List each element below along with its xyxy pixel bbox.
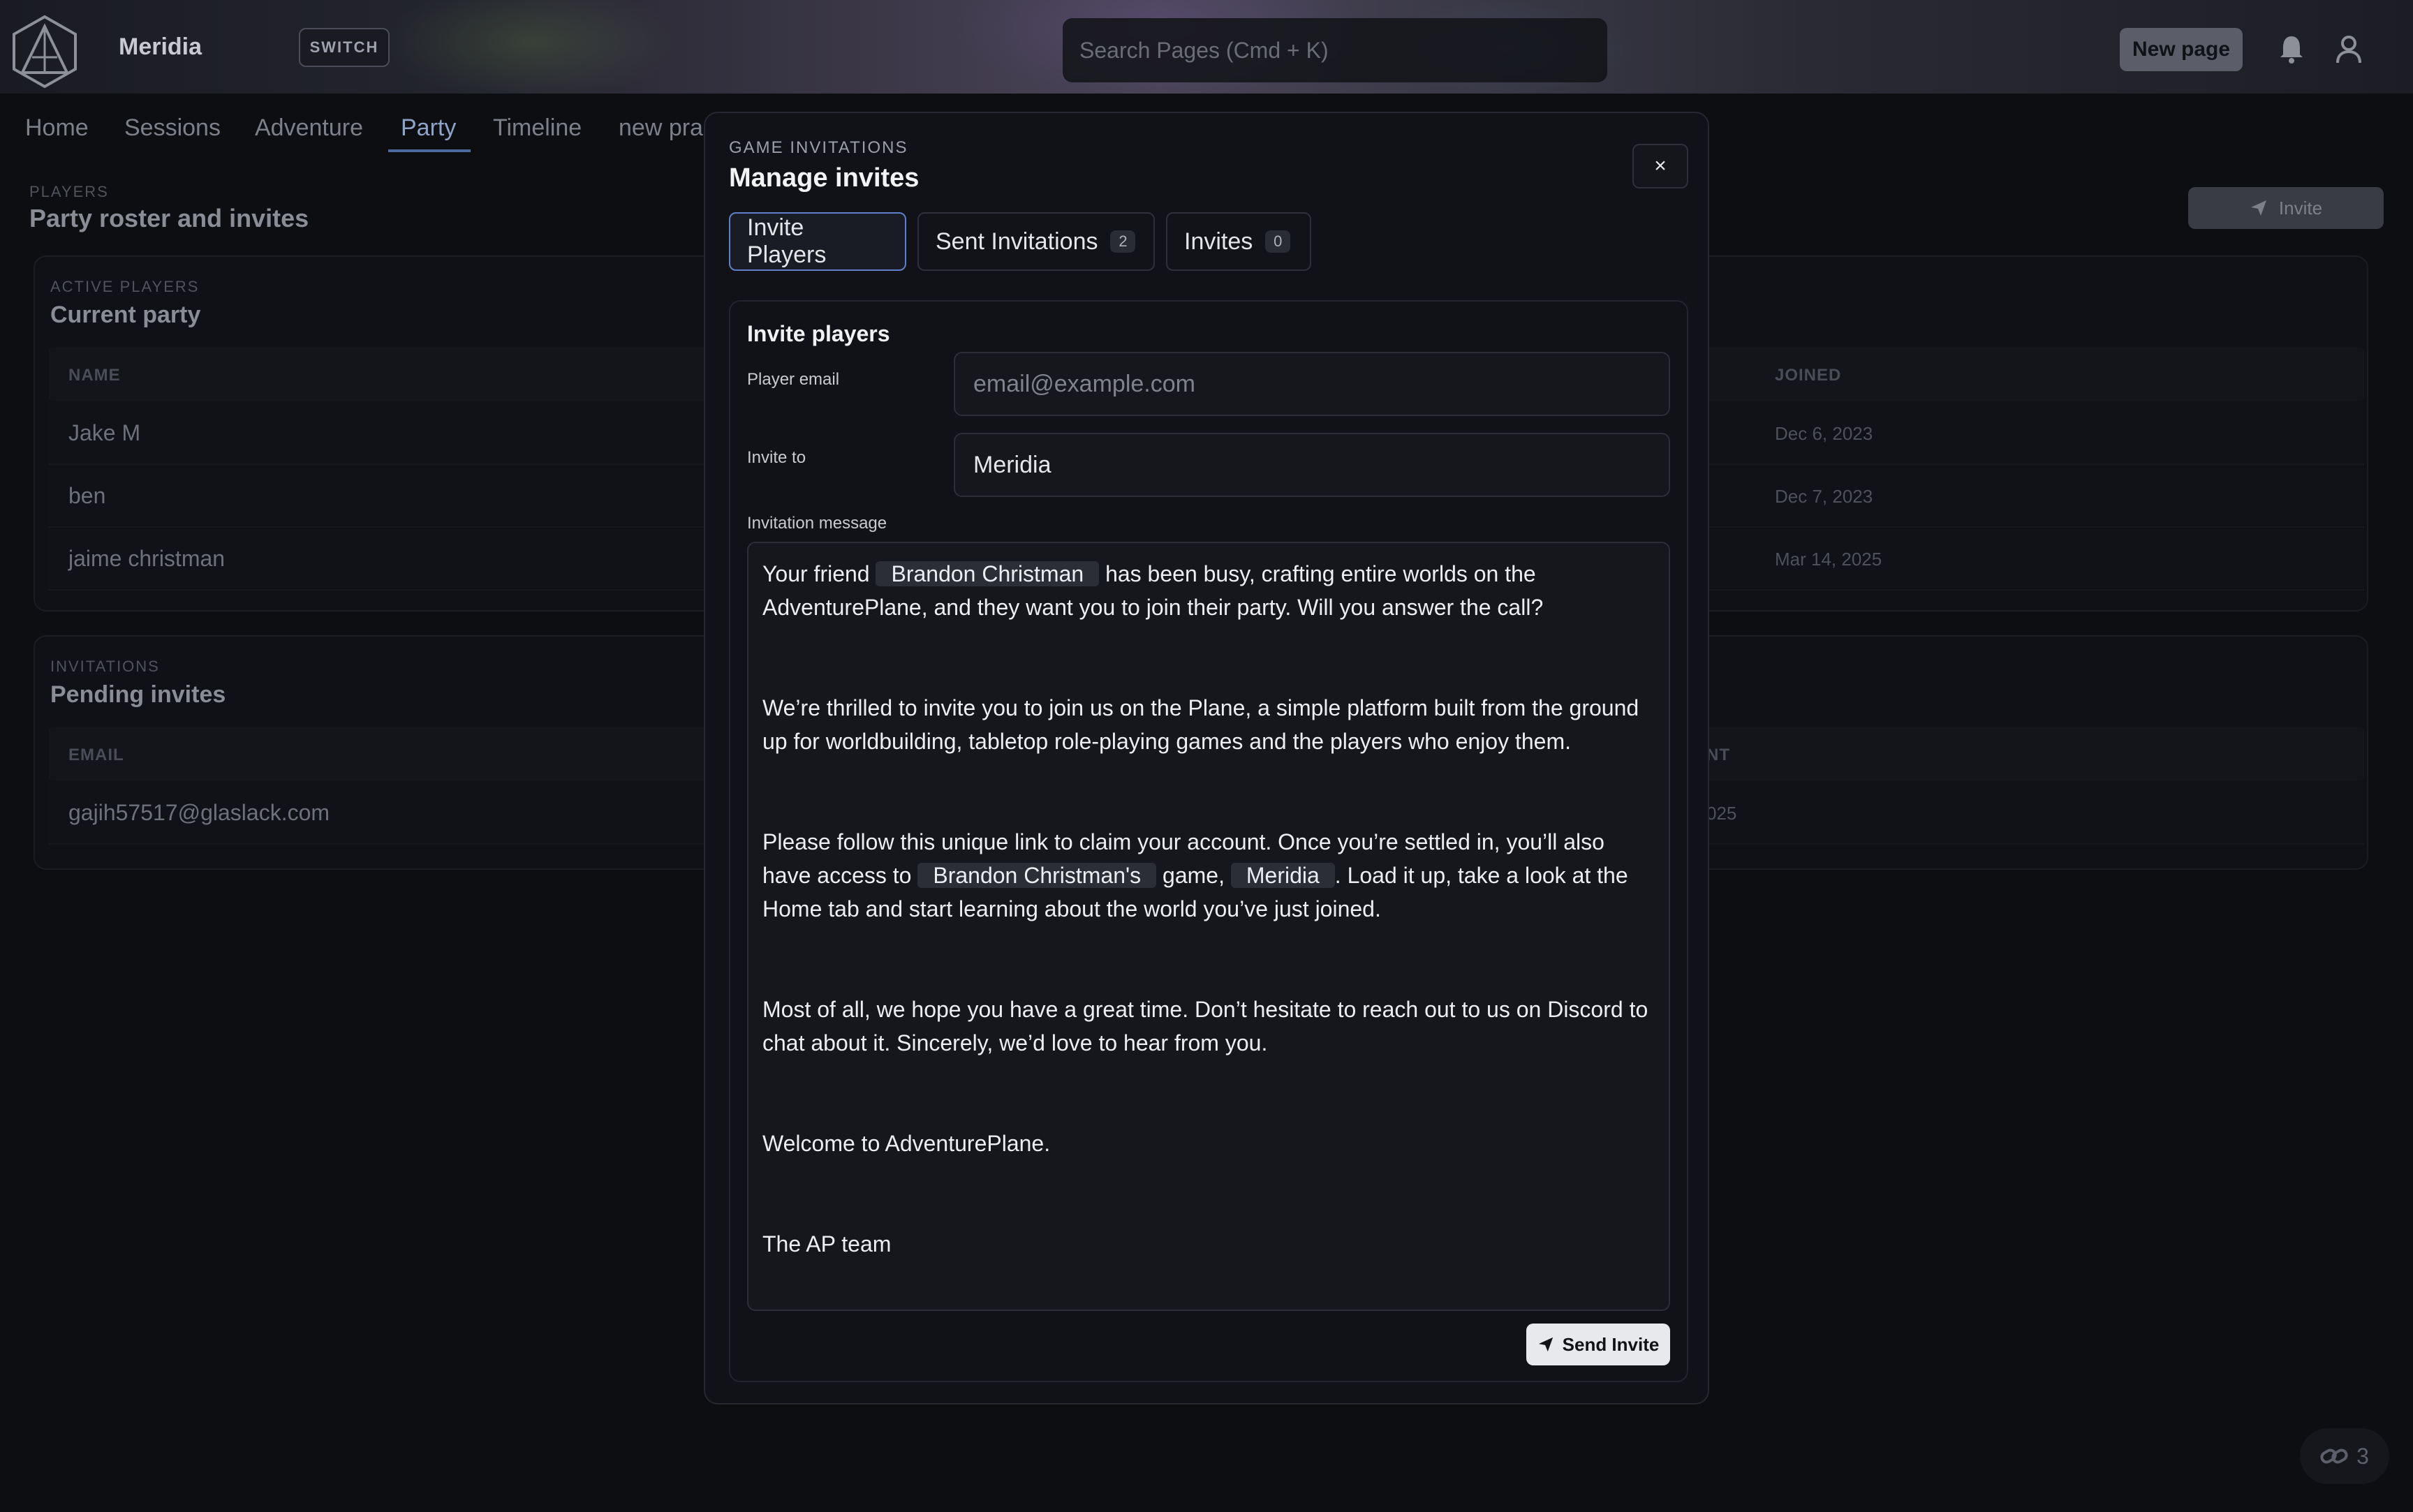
invite-to-label: Invite to	[747, 448, 806, 467]
invitation-message-editor[interactable]: Your friend Brandon Christman has been b…	[747, 542, 1670, 1311]
tab-party[interactable]: Party	[401, 114, 456, 142]
player-name: Jake M	[68, 420, 141, 445]
col-sent: NT	[1706, 746, 1730, 764]
close-icon: ×	[1654, 154, 1667, 177]
message-paragraph: We’re thrilled to invite you to join us …	[762, 695, 1639, 754]
panel-title: Invite players	[747, 321, 890, 346]
invite-to-select[interactable]: Meridia	[954, 433, 1670, 497]
invite-players-panel: Invite players Player email email@exampl…	[729, 300, 1688, 1382]
switch-game-button[interactable]: SWITCH	[299, 28, 390, 67]
tab-sent-invitations[interactable]: Sent Invitations 2	[917, 212, 1155, 271]
app-logo-icon[interactable]	[11, 15, 78, 88]
page-title: Party roster and invites	[29, 204, 309, 232]
message-paragraph: Welcome to AdventurePlane.	[762, 1131, 1051, 1156]
tab-timeline[interactable]: Timeline	[493, 114, 582, 142]
tab-invite-players[interactable]: Invite Players	[729, 212, 906, 271]
mention-chip: Brandon Christman	[876, 561, 1100, 586]
link-count: 3	[2356, 1443, 2369, 1469]
tab-label: Sent Invitations	[936, 228, 1098, 255]
modal-title: Manage invites	[729, 163, 920, 193]
player-joined: Dec 6, 2023	[1775, 423, 1873, 444]
active-players-title: Current party	[50, 302, 201, 328]
brand-name: Meridia	[119, 34, 202, 60]
message-paragraph: Your friend Brandon Christman has been b…	[762, 557, 1655, 624]
player-name: jaime christman	[68, 546, 226, 571]
user-account-icon[interactable]	[2335, 34, 2363, 64]
player-joined: Mar 14, 2025	[1775, 549, 1882, 570]
send-invite-button[interactable]: Send Invite	[1526, 1324, 1670, 1365]
message-label: Invitation message	[747, 514, 887, 533]
tab-adventure[interactable]: Adventure	[255, 114, 363, 142]
invite-button[interactable]: Invite	[2188, 187, 2384, 229]
send-icon	[2250, 200, 2266, 216]
bell-icon[interactable]	[2278, 34, 2305, 64]
message-text: Your friend	[762, 561, 870, 586]
message-paragraph: Please follow this unique link to claim …	[762, 825, 1655, 926]
mention-chip: Meridia	[1230, 863, 1335, 888]
invite-button-label: Invite	[2278, 197, 2323, 218]
col-email: EMAIL	[68, 746, 124, 764]
email-label: Player email	[747, 370, 840, 389]
count-badge: 2	[1110, 230, 1136, 253]
share-link-badge[interactable]: 3	[2300, 1428, 2389, 1484]
col-joined: JOINED	[1775, 366, 1842, 385]
count-badge: 0	[1265, 230, 1291, 253]
message-text: game,	[1163, 863, 1225, 888]
invite-sent: 025	[1706, 803, 1737, 824]
invitations-eyebrow: INVITATIONS	[50, 658, 160, 675]
player-name: ben	[68, 483, 106, 508]
mention-chip: Brandon Christman's	[917, 863, 1157, 888]
page-eyebrow: PLAYERS	[29, 183, 109, 200]
message-paragraph: The AP team	[762, 1231, 892, 1257]
player-email-field[interactable]: email@example.com	[954, 352, 1670, 416]
invitations-title: Pending invites	[50, 681, 226, 708]
send-invite-label: Send Invite	[1562, 1333, 1660, 1355]
close-button[interactable]: ×	[1632, 144, 1688, 188]
search-input[interactable]: Search Pages (Cmd + K)	[1063, 18, 1607, 82]
col-name: NAME	[68, 366, 121, 385]
modal-eyebrow: GAME INVITATIONS	[729, 138, 908, 157]
tab-invites[interactable]: Invites 0	[1166, 212, 1311, 271]
tab-label: Invite Players	[747, 214, 827, 268]
link-icon	[2320, 1448, 2348, 1464]
send-icon	[1538, 1337, 1553, 1352]
tab-home[interactable]: Home	[25, 114, 89, 142]
manage-invites-modal: GAME INVITATIONS Manage invites × Invite…	[704, 112, 1709, 1404]
message-paragraph: Most of all, we hope you have a great ti…	[762, 997, 1648, 1055]
new-page-button[interactable]: New page	[2120, 28, 2243, 71]
tab-label: Invites	[1184, 228, 1253, 255]
player-joined: Dec 7, 2023	[1775, 486, 1873, 507]
top-header: Meridia SWITCH Search Pages (Cmd + K) Ne…	[0, 0, 2413, 94]
active-players-eyebrow: ACTIVE PLAYERS	[50, 278, 200, 295]
tab-sessions[interactable]: Sessions	[124, 114, 221, 142]
tab-new-page[interactable]: new pra	[619, 114, 703, 142]
active-tab-indicator	[388, 149, 471, 152]
invite-email: gajih57517@glaslack.com	[68, 800, 330, 825]
